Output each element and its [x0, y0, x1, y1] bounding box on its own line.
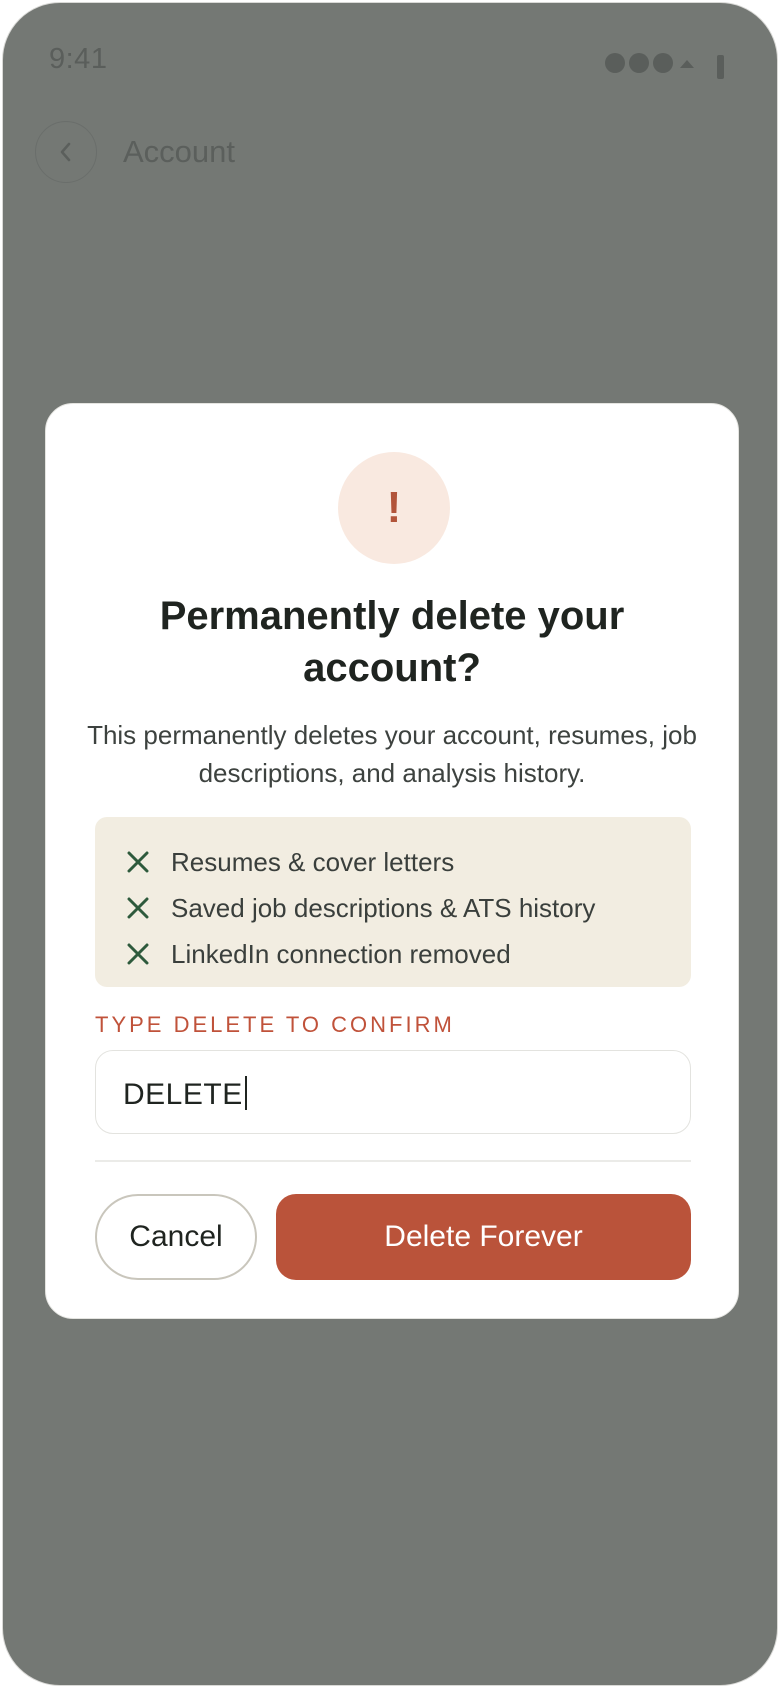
dialog-title: Permanently delete your account? [159, 594, 625, 690]
confirm-input-value: DELETE [123, 1076, 247, 1112]
x-icon [125, 941, 151, 967]
consequence-label: Saved job descriptions & ATS history [171, 892, 596, 923]
dialog-description: This permanently deletes your account, r… [87, 720, 697, 788]
cancel-button[interactable]: Cancel [95, 1194, 257, 1280]
battery-icon [717, 55, 724, 79]
wifi-icon [680, 60, 694, 68]
status-time: 9:41 [49, 43, 108, 75]
exclamation-icon: ! [386, 483, 402, 532]
page-title: Account [123, 134, 236, 169]
delete-forever-button[interactable]: Delete Forever [276, 1194, 691, 1280]
x-icon [125, 895, 151, 921]
confirm-input-text: DELETE [123, 1078, 243, 1111]
warning-badge: ! [338, 452, 450, 564]
confirm-label: TYPE DELETE TO CONFIRM [95, 1012, 455, 1037]
list-item: Saved job descriptions & ATS history [125, 885, 691, 931]
text-caret [244, 1076, 247, 1110]
consequence-label: Resumes & cover letters [171, 846, 455, 877]
consequences-list: Resumes & cover letters Saved job descri… [95, 817, 691, 987]
list-item: Resumes & cover letters [125, 839, 691, 885]
divider [95, 1160, 691, 1162]
delete-account-dialog: ! Permanently delete your account? This … [45, 403, 739, 1319]
status-bar: 9:41 [3, 3, 777, 113]
phone-screen: 9:41 Account ! Permanently delete your a… [2, 2, 778, 1686]
x-icon [125, 849, 151, 875]
list-item: LinkedIn connection removed [125, 931, 691, 977]
chevron-left-icon [60, 142, 71, 162]
back-button[interactable] [35, 121, 97, 183]
nav-header: Account [35, 121, 235, 183]
consequence-label: LinkedIn connection removed [171, 938, 511, 969]
signal-icon [605, 53, 673, 73]
